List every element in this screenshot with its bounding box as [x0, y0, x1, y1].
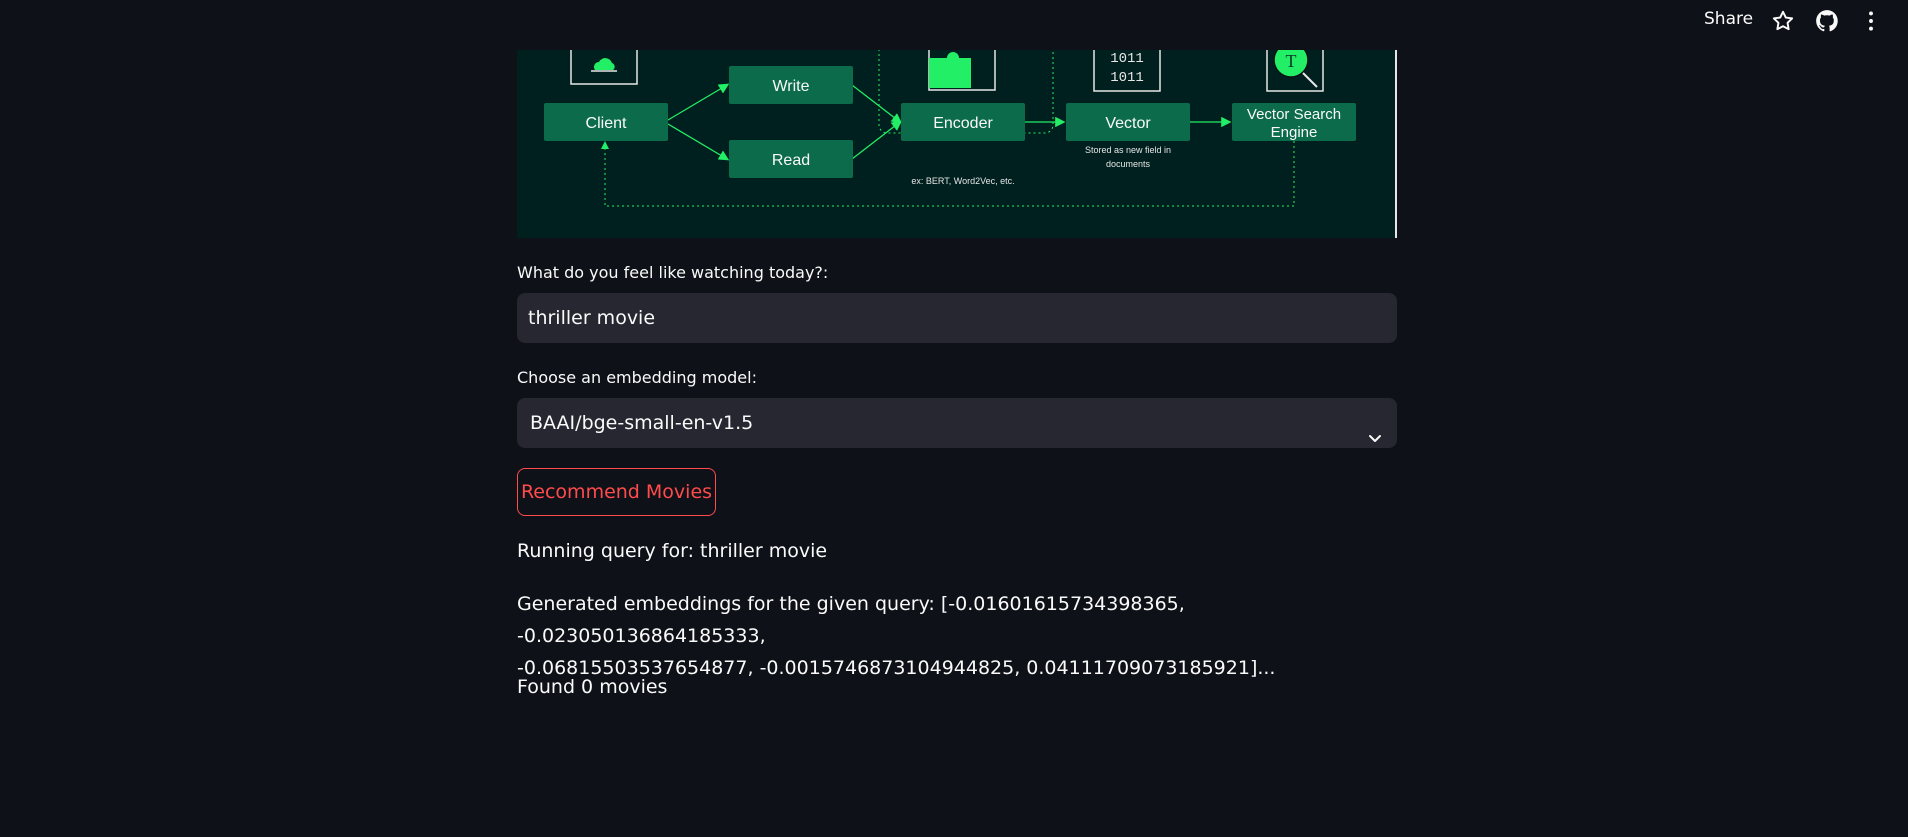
query-label: What do you feel like watching today?: [517, 263, 829, 282]
binary-icon: 1011 1011 [1093, 50, 1161, 92]
cloud-icon [570, 50, 638, 85]
app-header: Share [0, 0, 1908, 50]
share-button[interactable]: Share [1704, 9, 1753, 29]
recommend-movies-button[interactable]: Recommend Movies [517, 468, 716, 516]
embeddings-text: Generated embeddings for the given query… [517, 588, 1397, 684]
model-select[interactable]: BAAI/bge-small-en-v1.5 [517, 398, 1397, 448]
embeddings-line-1: Generated embeddings for the given query… [517, 593, 1185, 647]
search-engine-icon: T [1266, 50, 1324, 92]
model-select-value: BAAI/bge-small-en-v1.5 [530, 412, 754, 434]
write-node-label: Write [772, 78, 809, 95]
vector-node-label: Vector [1105, 115, 1151, 132]
encoder-note: ex: BERT, Word2Vec, etc. [911, 176, 1014, 186]
github-icon[interactable] [1814, 8, 1840, 34]
vector-note-line2: documents [1106, 159, 1151, 169]
puzzle-icon [928, 50, 996, 91]
client-node-label: Client [586, 115, 627, 132]
star-icon[interactable] [1770, 8, 1796, 34]
vse-node-label-line1: Vector Search [1247, 106, 1341, 123]
model-label: Choose an embedding model: [517, 368, 757, 387]
binary-row-2: 1011 [1110, 70, 1144, 86]
more-vertical-icon[interactable] [1858, 8, 1884, 34]
architecture-diagram: 1011 1011 T Client Write Read Encoder Ve… [517, 50, 1397, 238]
svg-text:T: T [1286, 51, 1297, 71]
query-input[interactable]: thriller movie [517, 293, 1397, 343]
running-query-text: Running query for: thriller movie [517, 540, 828, 562]
vector-note-line1: Stored as new field in [1085, 145, 1171, 155]
binary-row-1: 1011 [1110, 51, 1144, 67]
chevron-down-icon [1367, 415, 1383, 465]
found-count-text: Found 0 movies [517, 676, 668, 698]
diagram-edge [1395, 50, 1397, 238]
vse-node-label-line2: Engine [1271, 124, 1318, 141]
read-node-label: Read [772, 152, 810, 169]
encoder-node-label: Encoder [933, 115, 993, 132]
